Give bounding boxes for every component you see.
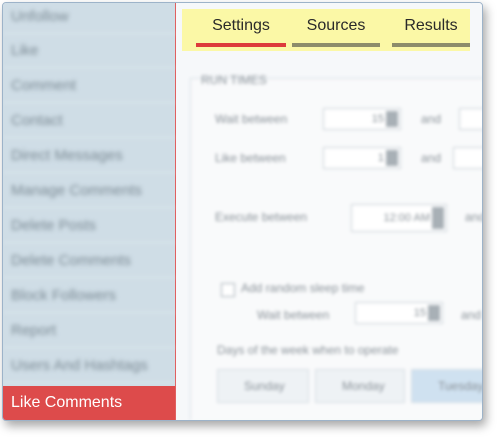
tab-sources-indicator: [292, 43, 380, 47]
main-content: Settings Sources Results RUN TIMES Wait …: [176, 3, 482, 420]
spinner-icon[interactable]: [428, 305, 440, 321]
day-sunday[interactable]: Sunday: [217, 369, 309, 403]
wait-between-from-input[interactable]: 15: [323, 108, 401, 130]
sleep-wait-between-label: Wait between: [257, 308, 330, 322]
sidebar-item-manage-comments[interactable]: Manage Comments: [3, 174, 175, 208]
sidebar-item-users-and-hashtags[interactable]: Users And Hashtags: [3, 349, 175, 383]
spinner-icon[interactable]: [386, 111, 398, 127]
sidebar-item-delete-posts[interactable]: Delete Posts: [3, 209, 175, 243]
sleep-wait-between-and-label: and: [461, 308, 482, 322]
tab-settings-label: Settings: [212, 17, 270, 34]
wait-between-to-input[interactable]: [459, 108, 482, 130]
sidebar-item-like[interactable]: Like: [3, 34, 175, 68]
execute-between-from-input[interactable]: 12:00 AM: [351, 204, 447, 232]
sidebar-item-report[interactable]: Report: [3, 314, 175, 348]
execute-between-label: Execute between: [215, 210, 308, 224]
wait-between-label: Wait between: [215, 112, 288, 126]
sidebar-item-contact[interactable]: Contact: [3, 104, 175, 138]
spinner-icon[interactable]: [386, 150, 398, 166]
tab-settings-indicator: [196, 43, 286, 47]
day-monday-label: Monday: [342, 379, 385, 393]
tab-sources[interactable]: Sources: [292, 9, 380, 51]
sidebar-item-block-followers[interactable]: Block Followers: [3, 279, 175, 313]
like-between-and-label: and: [421, 151, 442, 165]
sidebar-item-unfollow[interactable]: Unfollow: [3, 3, 175, 34]
tab-results-label: Results: [404, 17, 458, 34]
day-monday[interactable]: Monday: [315, 369, 405, 403]
day-sunday-label: Sunday: [244, 379, 285, 393]
section-title: RUN TIMES: [201, 73, 267, 87]
tab-results-indicator: [392, 43, 470, 47]
wait-between-and-label: and: [421, 112, 442, 126]
like-between-to-input[interactable]: [453, 147, 482, 169]
settings-panel: RUN TIMES Wait between 15 and Like betwe…: [190, 73, 483, 420]
tab-results[interactable]: Results: [392, 9, 470, 51]
sleep-wait-between-from-input[interactable]: 15: [355, 302, 443, 324]
sidebar-item-delete-comments[interactable]: Delete Comments: [3, 244, 175, 278]
days-label: Days of the week when to operate: [217, 343, 399, 357]
tab-bar: Settings Sources Results: [182, 9, 470, 51]
spinner-icon[interactable]: [432, 207, 444, 229]
day-tuesday[interactable]: Tuesday: [411, 369, 483, 403]
sidebar: Unfollow Like Comment Contact Direct Mes…: [3, 3, 176, 420]
sidebar-item-direct-messages[interactable]: Direct Messages: [3, 139, 175, 173]
like-between-from-input[interactable]: 1: [323, 147, 401, 169]
app-window: Unfollow Like Comment Contact Direct Mes…: [2, 2, 483, 421]
execute-between-and-label: and: [465, 210, 482, 224]
random-sleep-checkbox[interactable]: [221, 283, 235, 297]
tab-settings[interactable]: Settings: [196, 9, 286, 51]
like-between-label: Like between: [215, 151, 286, 165]
sidebar-item-comment[interactable]: Comment: [3, 69, 175, 103]
sidebar-item-like-comments[interactable]: Like Comments: [3, 386, 175, 420]
random-sleep-label: Add random sleep time: [241, 281, 365, 295]
day-tuesday-label: Tuesday: [438, 379, 483, 393]
tab-sources-label: Sources: [306, 17, 366, 34]
